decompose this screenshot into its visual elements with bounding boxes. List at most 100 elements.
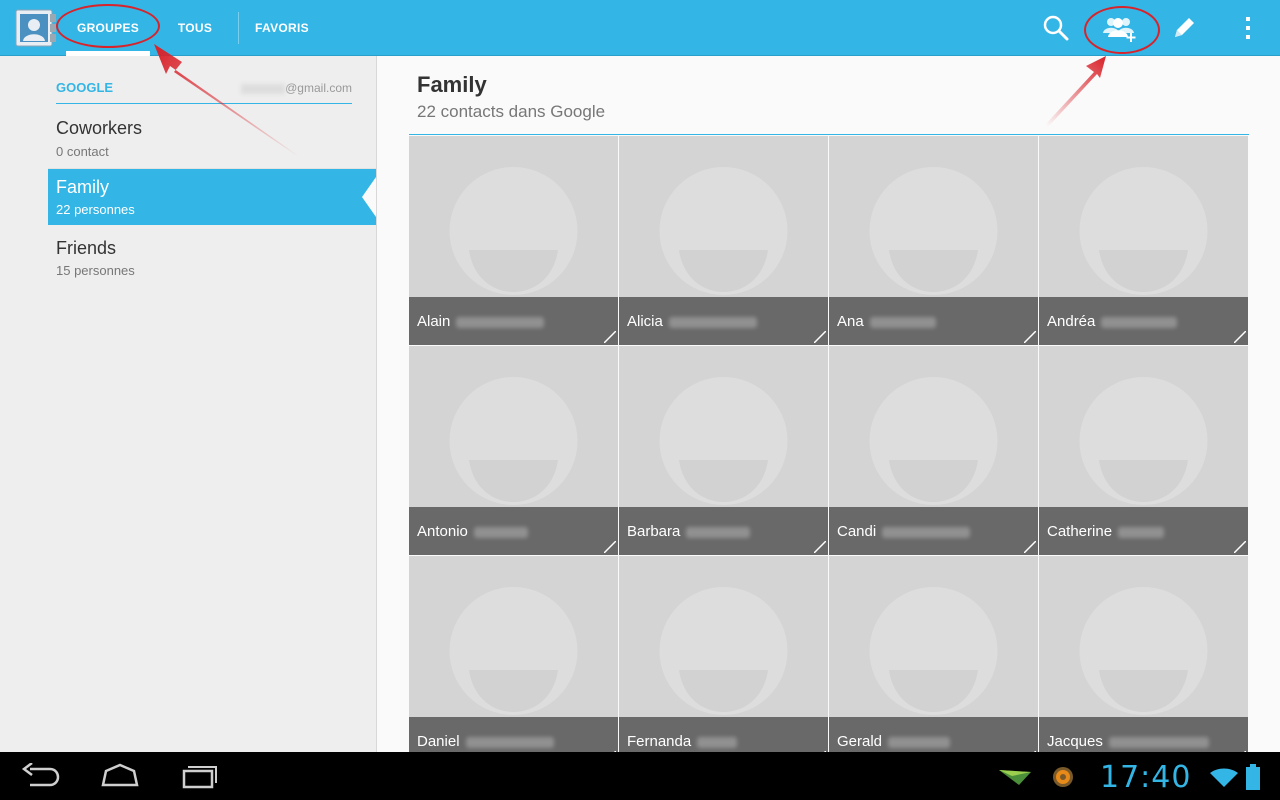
status-clock: 17:40	[1100, 760, 1192, 795]
tab-tous[interactable]: TOUS	[160, 0, 230, 56]
recent-apps-button[interactable]	[176, 760, 224, 792]
tab-favoris[interactable]: FAVORIS	[240, 0, 324, 56]
contact-name-band: Alicia	[619, 297, 828, 345]
edit-button[interactable]	[1162, 6, 1206, 50]
contact-tile[interactable]: Fernanda	[619, 556, 828, 752]
contact-tile[interactable]: Gerald	[829, 556, 1038, 752]
search-button[interactable]	[1034, 6, 1078, 50]
group-count: 0 contact	[56, 144, 109, 159]
contact-tile[interactable]: Barbara	[619, 346, 828, 555]
overflow-menu-icon	[1246, 17, 1250, 39]
annotation-circle-add-group	[1084, 6, 1160, 54]
search-icon	[1043, 15, 1069, 41]
battery-icon	[1246, 764, 1260, 790]
redacted-last-name	[669, 317, 757, 328]
contact-first-name: Gerald	[837, 733, 883, 750]
contact-name-band: Barbara	[619, 507, 828, 555]
contact-tile[interactable]: Catherine	[1039, 346, 1248, 555]
back-icon	[21, 763, 60, 787]
contacts-app-icon[interactable]	[14, 8, 58, 48]
group-detail-panel: Family 22 contacts dans Google Alain Alic…	[376, 56, 1280, 752]
account-email: @gmail.com	[241, 81, 352, 95]
home-button[interactable]	[96, 760, 144, 792]
account-email-domain: @gmail.com	[285, 81, 352, 95]
group-name: Coworkers	[56, 118, 143, 138]
tab-tous-label: TOUS	[177, 21, 213, 35]
quick-contact-corner-icon	[1024, 541, 1036, 553]
annotation-circle-groupes	[56, 4, 160, 48]
redacted-last-name	[474, 527, 528, 538]
contact-tile[interactable]: Antonio	[409, 346, 618, 555]
default-contact-avatar-icon	[659, 587, 788, 715]
redacted-last-name	[888, 737, 950, 748]
contact-name-band: Alain	[409, 297, 618, 345]
contact-name-band: Fernanda	[619, 717, 828, 752]
default-contact-avatar-icon	[449, 377, 578, 505]
redacted-last-name	[456, 317, 544, 328]
group-count: 15 personnes	[56, 263, 135, 278]
contact-tile[interactable]: Jacques	[1039, 556, 1248, 752]
contact-tile[interactable]: Andréa	[1039, 136, 1248, 345]
default-contact-avatar-icon	[1079, 377, 1208, 505]
group-item-family[interactable]: Family 22 personnes	[48, 169, 376, 225]
default-contact-avatar-icon	[449, 587, 578, 715]
group-subtitle: 22 contacts dans Google	[417, 102, 606, 121]
group-name: Family	[56, 177, 109, 197]
contact-name-band: Jacques	[1039, 717, 1248, 752]
contact-name-band: Candi	[829, 507, 1038, 555]
default-contact-avatar-icon	[1079, 587, 1208, 715]
default-contact-avatar-icon	[449, 167, 578, 295]
default-contact-avatar-icon	[869, 377, 998, 505]
wifi-icon	[1210, 768, 1238, 787]
quick-contact-corner-icon	[1234, 541, 1246, 553]
tab-divider	[238, 12, 239, 44]
quick-contact-corner-icon	[814, 331, 826, 343]
back-button[interactable]	[16, 760, 64, 792]
redacted-last-name	[1109, 737, 1209, 748]
contact-tile[interactable]: Alain	[409, 136, 618, 345]
redacted-last-name	[1118, 527, 1164, 538]
system-navigation-bar: 17:40	[0, 752, 1280, 800]
contact-first-name: Candi	[837, 523, 877, 540]
redacted-last-name	[882, 527, 970, 538]
contact-first-name: Fernanda	[627, 733, 692, 750]
account-header: GOOGLE @gmail.com	[56, 80, 352, 104]
contact-first-name: Ana	[837, 313, 864, 330]
contact-first-name: Barbara	[627, 523, 681, 540]
contact-first-name: Alicia	[627, 313, 663, 330]
group-item-coworkers[interactable]: Coworkers 0 contact	[48, 108, 376, 168]
contact-name-band: Andréa	[1039, 297, 1248, 345]
contact-first-name: Alain	[417, 313, 451, 330]
contact-name-band: Gerald	[829, 717, 1038, 752]
contact-first-name: Catherine	[1047, 523, 1113, 540]
group-item-friends[interactable]: Friends 15 personnes	[48, 226, 376, 286]
title-divider	[409, 134, 1249, 135]
contact-first-name: Daniel	[417, 733, 460, 750]
contact-name-band: Antonio	[409, 507, 618, 555]
home-icon	[101, 763, 139, 787]
groups-list-panel: GOOGLE @gmail.com Coworkers 0 contact Fa…	[0, 56, 376, 752]
contact-first-name: Andréa	[1047, 313, 1096, 330]
group-name: Friends	[56, 238, 117, 258]
quick-contact-corner-icon	[604, 541, 616, 553]
contact-name-band: Ana	[829, 297, 1038, 345]
quick-contact-corner-icon	[1024, 331, 1036, 343]
quick-contact-corner-icon	[1234, 331, 1246, 343]
quick-contact-corner-icon	[604, 331, 616, 343]
notification-app-icon	[1053, 767, 1073, 787]
default-contact-avatar-icon	[659, 167, 788, 295]
pencil-icon	[1175, 18, 1194, 37]
contact-tile[interactable]: Candi	[829, 346, 1038, 555]
notification-send-icon	[999, 770, 1031, 785]
overflow-menu-button[interactable]	[1226, 6, 1270, 50]
contact-tile[interactable]: Ana	[829, 136, 1038, 345]
redacted-last-name	[686, 527, 750, 538]
quick-contact-corner-icon	[814, 541, 826, 553]
contact-first-name: Antonio	[417, 523, 468, 540]
contact-tile[interactable]: Daniel	[409, 556, 618, 752]
redacted-last-name	[1101, 317, 1177, 328]
contact-name-band: Daniel	[409, 717, 618, 752]
redacted-email-user	[241, 83, 286, 94]
contact-tile[interactable]: Alicia	[619, 136, 828, 345]
redacted-last-name	[870, 317, 936, 328]
